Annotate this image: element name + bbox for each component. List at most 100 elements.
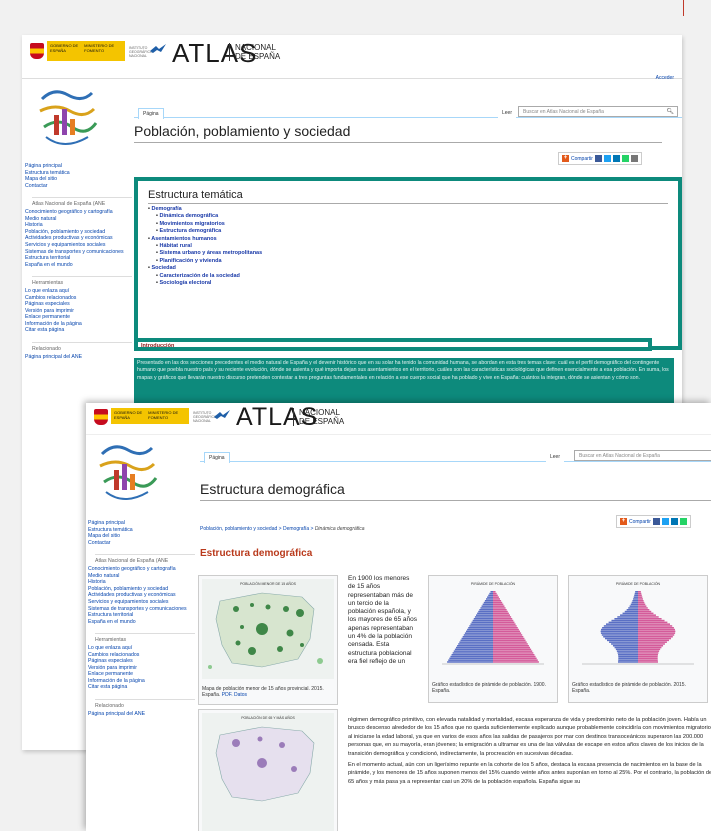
- tree-item[interactable]: Asentamientos humanos: [148, 236, 668, 243]
- sidebar-item-main[interactable]: Página principal: [25, 163, 132, 170]
- search-input[interactable]: Buscar en Atlas Nacional de España: [574, 450, 711, 461]
- share-bar[interactable]: + Compartir: [616, 515, 691, 528]
- structure-title: Estructura temática: [148, 189, 668, 204]
- sidebar-item-ane[interactable]: Población, poblamiento y sociedad: [88, 586, 195, 593]
- figure-pyramid-1900[interactable]: PIRÁMIDE DE POBLACIÓN Gráfico estadístic…: [428, 575, 558, 703]
- tab-page[interactable]: Página: [204, 452, 230, 463]
- pyramid-bar-female: [493, 637, 525, 640]
- search-icon[interactable]: 🔍︎: [666, 108, 674, 115]
- breadcrumb-link[interactable]: Población, poblamiento y sociedad: [200, 526, 277, 532]
- sidebar-item-tool[interactable]: Enlace permanente: [25, 314, 132, 321]
- login-link[interactable]: Acceder: [656, 75, 674, 81]
- sidebar-item-tool[interactable]: Enlace permanente: [88, 671, 195, 678]
- sidebar-item-ane[interactable]: España en el mundo: [25, 262, 132, 269]
- sidebar-item-ane[interactable]: Sistemas de transportes y comunicaciones: [25, 249, 132, 256]
- tab-read[interactable]: Leer: [498, 108, 517, 118]
- facebook-icon[interactable]: [594, 155, 602, 162]
- facebook-icon[interactable]: [652, 518, 660, 525]
- ane-logo-icon[interactable]: [34, 81, 99, 156]
- share-bar[interactable]: + Compartir: [558, 152, 642, 165]
- pyramid-2015-chart[interactable]: PIRÁMIDE DE POBLACIÓN: [572, 579, 704, 675]
- linkedin-icon[interactable]: [612, 155, 620, 162]
- sidebar-item-ane[interactable]: España en el mundo: [88, 619, 195, 626]
- pyramid-bar-male: [477, 612, 493, 615]
- sidebar-item-tool[interactable]: Cambios relacionados: [88, 652, 195, 659]
- sidebar-item-ane[interactable]: Conocimiento geográfico y cartografía: [88, 566, 195, 573]
- tab-page[interactable]: Página: [138, 108, 164, 119]
- sidebar-item-ane[interactable]: Servicios y equipamientos sociales: [88, 599, 195, 606]
- sidebar-item-ane[interactable]: Historia: [25, 222, 132, 229]
- twitter-icon[interactable]: [603, 155, 611, 162]
- figure-links[interactable]: PDF. Datos: [222, 692, 247, 698]
- tree-subitem[interactable]: Planificación y vivienda: [148, 258, 668, 265]
- pyramid-1900-chart[interactable]: PIRÁMIDE DE POBLACIÓN: [432, 579, 554, 675]
- ign-logo: INSTITUTO GEOGRÁFICO NACIONAL: [193, 411, 217, 423]
- sidebar-nav: Página principal Estructura temática Map…: [88, 520, 195, 546]
- sidebar-item-ane[interactable]: Conocimiento geográfico y cartografía: [25, 209, 132, 216]
- share-plus-icon: +: [620, 518, 627, 525]
- sidebar-item-ane[interactable]: Historia: [88, 579, 195, 586]
- whatsapp-icon[interactable]: [679, 518, 687, 525]
- breadcrumb-link[interactable]: Demografía: [283, 526, 309, 532]
- sidebar-item-tool[interactable]: Lo que enlaza aquí: [25, 288, 132, 295]
- tree-item[interactable]: Demografía: [148, 206, 668, 213]
- pyramid-bar-female: [638, 621, 668, 624]
- sidebar-item-structure[interactable]: Estructura temática: [88, 527, 195, 534]
- sidebar-item-related[interactable]: Página principal del ANE: [25, 354, 132, 361]
- sidebar-item-structure[interactable]: Estructura temática: [25, 170, 132, 177]
- pyramid-bar-male: [481, 605, 493, 607]
- sidebar-item-ane[interactable]: Actividades productivas y económicas: [88, 592, 195, 599]
- ane-logo-icon[interactable]: [94, 436, 159, 511]
- tree-subitem[interactable]: Caracterización de la sociedad: [148, 273, 668, 280]
- sidebar-item-sitemap[interactable]: Mapa del sitio: [88, 533, 195, 540]
- sidebar-item-tool[interactable]: Información de la página: [88, 678, 195, 685]
- tree-subitem[interactable]: Sistema urbano y áreas metropolitanas: [148, 250, 668, 257]
- sidebar-item-ane[interactable]: Medio natural: [25, 216, 132, 223]
- sidebar-item-tool[interactable]: Cambios relacionados: [25, 295, 132, 302]
- sidebar-item-tool[interactable]: Páginas especiales: [88, 658, 195, 665]
- sidebar-item-tool[interactable]: Información de la página: [25, 321, 132, 328]
- tree-subitem[interactable]: Sociología electoral: [148, 280, 668, 287]
- map-under15-image[interactable]: POBLACIÓN MENOR DE 15 AÑOS: [202, 579, 334, 679]
- sidebar-item-tool[interactable]: Citar esta página: [88, 684, 195, 691]
- sidebar-item-ane[interactable]: Actividades productivas y económicas: [25, 235, 132, 242]
- sidebar-item-ane[interactable]: Estructura territorial: [88, 612, 195, 619]
- sidebar-item-ane[interactable]: Sistemas de transportes y comunicaciones: [88, 606, 195, 613]
- pyramid-bar-male: [616, 650, 638, 652]
- figure-map-over65[interactable]: POBLACIÓN DE 65 Y MÁS AÑOS: [198, 709, 338, 831]
- sidebar-item-ane[interactable]: Población, poblamiento y sociedad: [25, 229, 132, 236]
- sidebar-item-ane[interactable]: Estructura territorial: [25, 255, 132, 262]
- tree-subitem[interactable]: Estructura demográfica: [148, 228, 668, 235]
- tree-subitem[interactable]: Dinámica demográfica: [148, 213, 668, 220]
- sidebar-item-tool[interactable]: Lo que enlaza aquí: [88, 645, 195, 652]
- sidebar-item-ane[interactable]: Servicios y equipamientos sociales: [25, 242, 132, 249]
- sidebar-item-ane[interactable]: Medio natural: [88, 573, 195, 580]
- figure-map-under15[interactable]: POBLACIÓN MENOR DE 15 AÑOS Mapa de pobla…: [198, 575, 338, 705]
- pyramid-bar-male: [631, 601, 638, 604]
- twitter-icon[interactable]: [661, 518, 669, 525]
- pyramid-bar-male: [489, 592, 493, 595]
- tree-item[interactable]: Sociedad: [148, 265, 668, 272]
- sidebar-item-tool[interactable]: Páginas especiales: [25, 301, 132, 308]
- sidebar-item-contact[interactable]: Contactar: [25, 183, 132, 190]
- whatsapp-icon[interactable]: [621, 155, 629, 162]
- sidebar-item-sitemap[interactable]: Mapa del sitio: [25, 176, 132, 183]
- sidebar-item-tool[interactable]: Citar esta página: [25, 327, 132, 334]
- sidebar-item-related[interactable]: Página principal del ANE: [88, 711, 195, 718]
- tab-read[interactable]: Leer: [546, 452, 565, 462]
- search-input[interactable]: Buscar en Atlas Nacional de España 🔍︎: [518, 106, 678, 117]
- linkedin-icon[interactable]: [670, 518, 678, 525]
- sidebar-item-tool[interactable]: Versión para imprimir: [25, 308, 132, 315]
- pyramid-bar-male: [604, 637, 638, 640]
- tree-subitem[interactable]: Movimientos migratorios: [148, 221, 668, 228]
- map-over65-image[interactable]: POBLACIÓN DE 65 Y MÁS AÑOS: [202, 713, 334, 831]
- intro-heading: Introducción: [134, 338, 652, 351]
- sidebar-item-tool[interactable]: Versión para imprimir: [88, 665, 195, 672]
- sidebar-item-main[interactable]: Página principal: [88, 520, 195, 527]
- email-icon[interactable]: [630, 155, 638, 162]
- tree-subitem[interactable]: Hábitat rural: [148, 243, 668, 250]
- sidebar-item-contact[interactable]: Contactar: [88, 540, 195, 547]
- pyramid-bar-male: [486, 598, 493, 600]
- figure-pyramid-2015[interactable]: PIRÁMIDE DE POBLACIÓN Gráfico estadístic…: [568, 575, 708, 703]
- sidebar-heading: Atlas Nacional de España (ANE: [95, 554, 195, 565]
